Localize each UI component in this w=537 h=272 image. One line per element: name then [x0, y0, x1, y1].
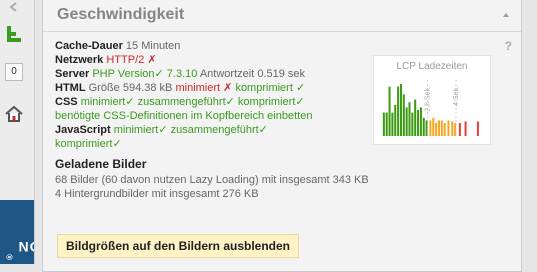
lcp-bar: [429, 120, 432, 136]
lcp-bar: [385, 112, 388, 136]
lcp-bar: [432, 117, 435, 136]
lcp-bar: [476, 121, 479, 136]
html-minified: minimiert: [175, 82, 221, 94]
js-label: JavaScript: [55, 124, 111, 136]
lcp-chart: LCP Ladezeiten 2,5 Sek. 4 Sek.: [373, 55, 491, 145]
lcp-bar: [447, 120, 450, 136]
css-note-row: benötigte CSS-Definitionen im Kopfbereic…: [55, 109, 312, 123]
css-label: CSS: [55, 96, 78, 108]
title-divider: [43, 31, 521, 32]
js-combined-check-icon: ✓: [258, 124, 268, 136]
html-size-label: Größe: [88, 82, 120, 94]
css-minified: minimiert: [80, 96, 126, 108]
lcp-bar: [435, 123, 438, 136]
lcp-bar: [402, 94, 405, 136]
response-label: Antwortzeit: [199, 68, 255, 80]
css-combined: zusammengeführt: [137, 96, 226, 108]
images-info-line-2: 4 Hintergrundbilder mit insgesamt 276 KB: [55, 188, 259, 200]
lcp-bar: [440, 120, 443, 136]
lcp-bar: [417, 110, 420, 136]
js-compressed: komprimiert: [55, 138, 113, 150]
js-row-2: komprimiert✓: [55, 137, 122, 151]
stats-button[interactable]: [4, 24, 24, 44]
lcp-bar: [422, 117, 425, 136]
counter-button[interactable]: 0: [4, 62, 24, 82]
registered-mark: ®: [5, 253, 15, 260]
hide-image-sizes-button[interactable]: Bildgrößen auf den Bildern ausblenden: [57, 234, 300, 258]
lcp-bar: [388, 86, 391, 136]
css-note[interactable]: benötigte CSS-Definitionen im Kopfbereic…: [55, 110, 312, 122]
lcp-bar: [382, 112, 385, 136]
lcp-bar: [397, 86, 400, 136]
network-value: HTTP/2: [106, 54, 145, 66]
collapse-icon[interactable]: [503, 13, 509, 17]
server-label: Server: [55, 68, 90, 80]
counter-badge: 0: [5, 63, 23, 81]
lcp-bar: [419, 107, 422, 136]
lcp-bar: [408, 102, 411, 136]
php-version: 7.3.10: [166, 68, 198, 80]
lcp-threshold-label: 2,5 Sek.: [425, 86, 432, 112]
bar-stats-icon: [7, 26, 21, 42]
css-minified-check-icon: ✓: [125, 96, 135, 108]
images-info-line-1: 68 Bilder (60 davon nutzen Lazy Loading)…: [55, 174, 369, 186]
lcp-bar: [391, 112, 394, 136]
lcp-bar: [458, 123, 461, 136]
css-row: CSS minimiert✓ zusammengeführt✓ komprimi…: [55, 95, 305, 109]
cache-label: Cache-Dauer: [55, 40, 123, 52]
chevron-left-icon: [9, 2, 17, 12]
lcp-bar: [443, 123, 446, 136]
lcp-bar: [394, 104, 397, 136]
lcp-bar: [437, 120, 440, 136]
html-compressed: komprimiert: [235, 82, 293, 94]
brand-label: ATION: [17, 239, 34, 255]
js-row: JavaScript minimiert✓ zusammengeführt✓: [55, 123, 268, 137]
network-row: Netzwerk HTTP/2 ✗: [55, 53, 157, 67]
left-sidebar: 0 ATION®: [0, 0, 35, 264]
php-check-icon: ✓: [154, 68, 164, 80]
panel-title: Geschwindigkeit: [57, 6, 185, 23]
lcp-bar: [464, 121, 467, 136]
js-compressed-check-icon: ✓: [112, 138, 122, 150]
server-row: Server PHP Version✓ 7.3.10 Antwortzeit 0…: [55, 67, 305, 81]
network-status-icon: ✗: [147, 54, 157, 66]
cache-value: 15 Minuten: [125, 40, 181, 52]
css-combined-check-icon: ✓: [225, 96, 235, 108]
js-combined: zusammengeführt: [170, 124, 259, 136]
css-compressed: komprimiert: [237, 96, 296, 108]
html-minified-status-icon: ✗: [223, 82, 233, 94]
back-arrow-button[interactable]: [4, 0, 24, 14]
home-icon: [5, 105, 23, 122]
css-compressed-check-icon: ✓: [295, 96, 305, 108]
lcp-bar: [411, 112, 414, 136]
js-minified: minimiert: [113, 124, 159, 136]
html-compressed-check-icon: ✓: [295, 82, 306, 94]
php-label: PHP Version: [92, 68, 155, 80]
network-label: Netzwerk: [55, 54, 104, 66]
help-icon[interactable]: ?: [505, 39, 512, 53]
brand-text: ATION®: [5, 239, 34, 260]
html-row: HTML Größe 594.38 kB minimiert ✗ komprim…: [55, 81, 305, 95]
home-button[interactable]: [4, 103, 24, 125]
brand-strip: ATION®: [0, 200, 34, 264]
response-value: 0.519 sek: [257, 68, 306, 80]
js-minified-check-icon: ✓: [158, 124, 168, 136]
lcp-threshold-label: 4 Sek.: [453, 86, 460, 106]
lcp-bar: [399, 84, 402, 136]
cache-row: Cache-Dauer 15 Minuten: [55, 39, 180, 53]
lcp-chart-svg: 2,5 Sek. 4 Sek.: [382, 80, 479, 136]
html-label: HTML: [55, 82, 86, 94]
html-size-value: 594.38 kB: [122, 82, 173, 94]
lcp-bar: [451, 121, 454, 136]
images-heading: Geladene Bilder: [55, 157, 147, 171]
speed-panel: Geschwindigkeit ? Cache-Dauer 15 Minuten…: [42, 0, 522, 272]
lcp-bar: [405, 107, 408, 136]
lcp-bar: [414, 99, 417, 136]
